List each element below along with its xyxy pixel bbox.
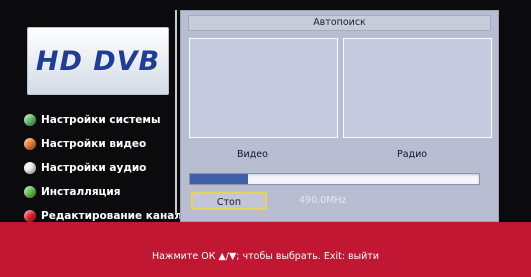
green-dot-icon — [24, 114, 36, 126]
menu-item-audio-settings[interactable]: Настройки аудио — [24, 156, 176, 180]
footer-hint: Нажмите ОК ▲/▼; чтобы выбрать. Exit: вый… — [151, 251, 380, 262]
footer-hint-bar: Нажмите ОК ▲/▼; чтобы выбрать. Exit: вый… — [0, 222, 531, 277]
white-dot-icon — [24, 162, 36, 174]
settings-menu: Настройки системы Настройки видео Настро… — [24, 108, 182, 228]
menu-divider — [175, 10, 177, 215]
radio-channel-list — [343, 38, 492, 138]
video-channel-list — [189, 38, 338, 138]
dialog-title: Автопоиск — [188, 15, 491, 31]
logo-text: HD DVB — [35, 45, 161, 77]
search-progress-fill — [190, 174, 248, 184]
video-label: Видео — [237, 149, 268, 160]
menu-item-installation[interactable]: Инсталляция — [24, 180, 176, 204]
search-progress-bar — [189, 173, 480, 185]
tv-menu-screen: HD DVB Настройки системы Настройки видео… — [0, 0, 531, 277]
radio-label: Радио — [397, 149, 428, 160]
orange-dot-icon — [24, 138, 36, 150]
frequency-readout: 490.0MHz — [299, 195, 347, 206]
hd-dvb-logo: HD DVB — [27, 27, 169, 95]
menu-item-video-settings[interactable]: Настройки видео — [24, 132, 176, 156]
menu-item-label: Настройки видео — [41, 138, 147, 150]
autosearch-dialog: Автопоиск Видео Радио Стоп 490.0MHz — [180, 10, 499, 222]
stop-button[interactable]: Стоп — [191, 192, 267, 210]
menu-item-label: Редактирование канал — [41, 210, 183, 222]
red-dot-icon — [24, 210, 36, 222]
menu-item-label: Инсталляция — [41, 186, 121, 198]
menu-item-system-settings[interactable]: Настройки системы — [24, 108, 176, 132]
menu-item-label: Настройки аудио — [41, 162, 147, 174]
menu-item-label: Настройки системы — [41, 114, 161, 126]
green-dot-icon — [24, 186, 36, 198]
